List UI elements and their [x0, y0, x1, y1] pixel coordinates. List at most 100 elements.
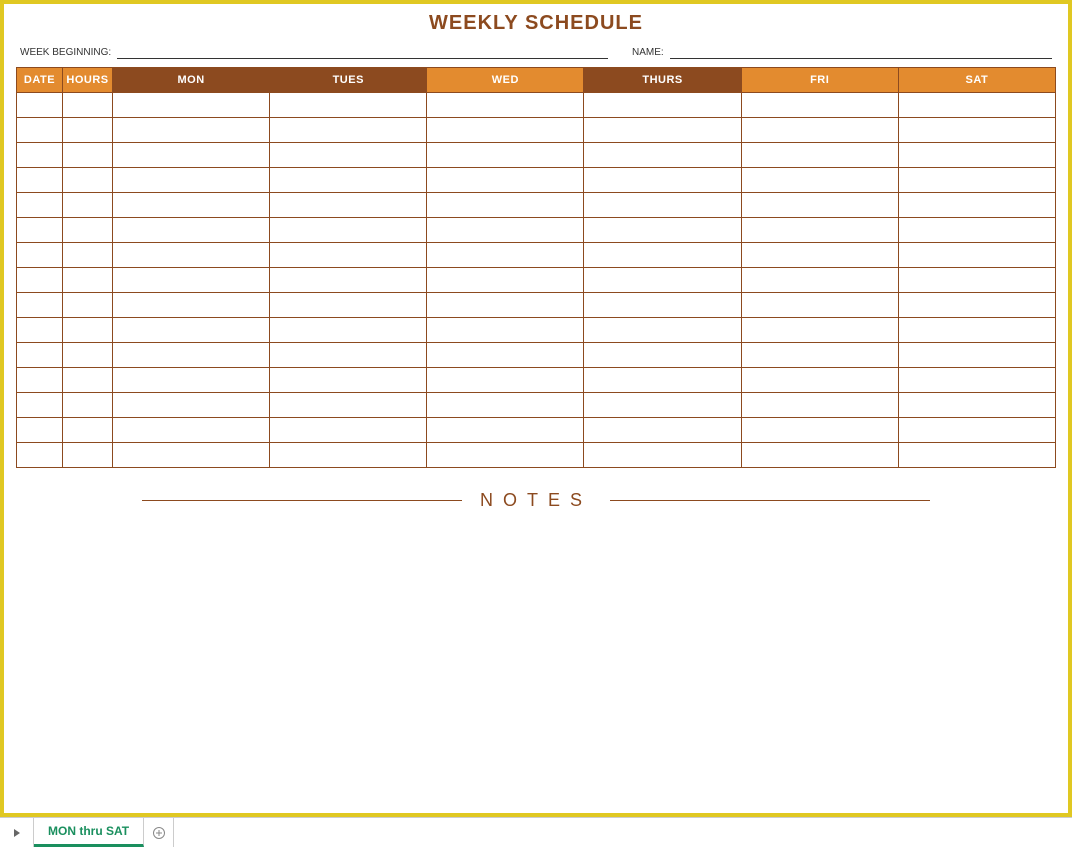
cell-hours[interactable]	[63, 343, 113, 368]
cell-hours[interactable]	[63, 368, 113, 393]
cell-hours[interactable]	[63, 193, 113, 218]
cell-mon[interactable]	[113, 168, 270, 193]
cell-thurs[interactable]	[584, 443, 741, 468]
add-sheet-button[interactable]	[144, 818, 174, 847]
cell-date[interactable]	[17, 268, 63, 293]
cell-date[interactable]	[17, 418, 63, 443]
cell-fri[interactable]	[741, 293, 898, 318]
cell-date[interactable]	[17, 118, 63, 143]
cell-wed[interactable]	[427, 443, 584, 468]
cell-wed[interactable]	[427, 393, 584, 418]
sheet-tab-active[interactable]: MON thru SAT	[34, 818, 144, 847]
cell-mon[interactable]	[113, 418, 270, 443]
cell-date[interactable]	[17, 443, 63, 468]
cell-tues[interactable]	[270, 368, 427, 393]
cell-tues[interactable]	[270, 268, 427, 293]
cell-fri[interactable]	[741, 443, 898, 468]
week-beginning-field[interactable]	[117, 45, 608, 59]
cell-fri[interactable]	[741, 318, 898, 343]
cell-thurs[interactable]	[584, 218, 741, 243]
cell-thurs[interactable]	[584, 193, 741, 218]
cell-hours[interactable]	[63, 118, 113, 143]
cell-wed[interactable]	[427, 118, 584, 143]
cell-fri[interactable]	[741, 193, 898, 218]
cell-mon[interactable]	[113, 343, 270, 368]
cell-fri[interactable]	[741, 93, 898, 118]
cell-tues[interactable]	[270, 443, 427, 468]
cell-thurs[interactable]	[584, 368, 741, 393]
cell-thurs[interactable]	[584, 118, 741, 143]
cell-tues[interactable]	[270, 218, 427, 243]
cell-tues[interactable]	[270, 168, 427, 193]
cell-fri[interactable]	[741, 343, 898, 368]
cell-sat[interactable]	[898, 293, 1055, 318]
cell-tues[interactable]	[270, 193, 427, 218]
cell-tues[interactable]	[270, 293, 427, 318]
cell-mon[interactable]	[113, 193, 270, 218]
cell-thurs[interactable]	[584, 143, 741, 168]
cell-date[interactable]	[17, 343, 63, 368]
cell-fri[interactable]	[741, 218, 898, 243]
cell-wed[interactable]	[427, 218, 584, 243]
cell-wed[interactable]	[427, 168, 584, 193]
cell-hours[interactable]	[63, 443, 113, 468]
cell-mon[interactable]	[113, 293, 270, 318]
cell-hours[interactable]	[63, 218, 113, 243]
cell-sat[interactable]	[898, 118, 1055, 143]
cell-mon[interactable]	[113, 318, 270, 343]
cell-date[interactable]	[17, 143, 63, 168]
cell-tues[interactable]	[270, 318, 427, 343]
cell-hours[interactable]	[63, 318, 113, 343]
cell-mon[interactable]	[113, 368, 270, 393]
cell-tues[interactable]	[270, 393, 427, 418]
cell-wed[interactable]	[427, 193, 584, 218]
cell-sat[interactable]	[898, 318, 1055, 343]
cell-hours[interactable]	[63, 168, 113, 193]
cell-sat[interactable]	[898, 93, 1055, 118]
cell-mon[interactable]	[113, 443, 270, 468]
cell-fri[interactable]	[741, 393, 898, 418]
cell-fri[interactable]	[741, 168, 898, 193]
cell-date[interactable]	[17, 318, 63, 343]
cell-sat[interactable]	[898, 193, 1055, 218]
cell-fri[interactable]	[741, 268, 898, 293]
cell-sat[interactable]	[898, 418, 1055, 443]
cell-wed[interactable]	[427, 318, 584, 343]
cell-mon[interactable]	[113, 93, 270, 118]
cell-thurs[interactable]	[584, 93, 741, 118]
cell-tues[interactable]	[270, 243, 427, 268]
cell-hours[interactable]	[63, 268, 113, 293]
cell-tues[interactable]	[270, 143, 427, 168]
cell-thurs[interactable]	[584, 343, 741, 368]
cell-wed[interactable]	[427, 93, 584, 118]
cell-wed[interactable]	[427, 243, 584, 268]
cell-sat[interactable]	[898, 343, 1055, 368]
cell-mon[interactable]	[113, 393, 270, 418]
cell-date[interactable]	[17, 168, 63, 193]
cell-fri[interactable]	[741, 243, 898, 268]
cell-sat[interactable]	[898, 368, 1055, 393]
cell-wed[interactable]	[427, 293, 584, 318]
cell-date[interactable]	[17, 93, 63, 118]
cell-hours[interactable]	[63, 393, 113, 418]
cell-thurs[interactable]	[584, 268, 741, 293]
cell-date[interactable]	[17, 218, 63, 243]
cell-thurs[interactable]	[584, 318, 741, 343]
cell-wed[interactable]	[427, 343, 584, 368]
cell-hours[interactable]	[63, 243, 113, 268]
cell-wed[interactable]	[427, 143, 584, 168]
cell-thurs[interactable]	[584, 418, 741, 443]
cell-mon[interactable]	[113, 218, 270, 243]
cell-sat[interactable]	[898, 243, 1055, 268]
cell-date[interactable]	[17, 243, 63, 268]
cell-hours[interactable]	[63, 293, 113, 318]
cell-fri[interactable]	[741, 118, 898, 143]
cell-hours[interactable]	[63, 93, 113, 118]
cell-hours[interactable]	[63, 143, 113, 168]
cell-sat[interactable]	[898, 168, 1055, 193]
cell-fri[interactable]	[741, 368, 898, 393]
cell-tues[interactable]	[270, 418, 427, 443]
cell-sat[interactable]	[898, 218, 1055, 243]
cell-sat[interactable]	[898, 143, 1055, 168]
cell-date[interactable]	[17, 193, 63, 218]
